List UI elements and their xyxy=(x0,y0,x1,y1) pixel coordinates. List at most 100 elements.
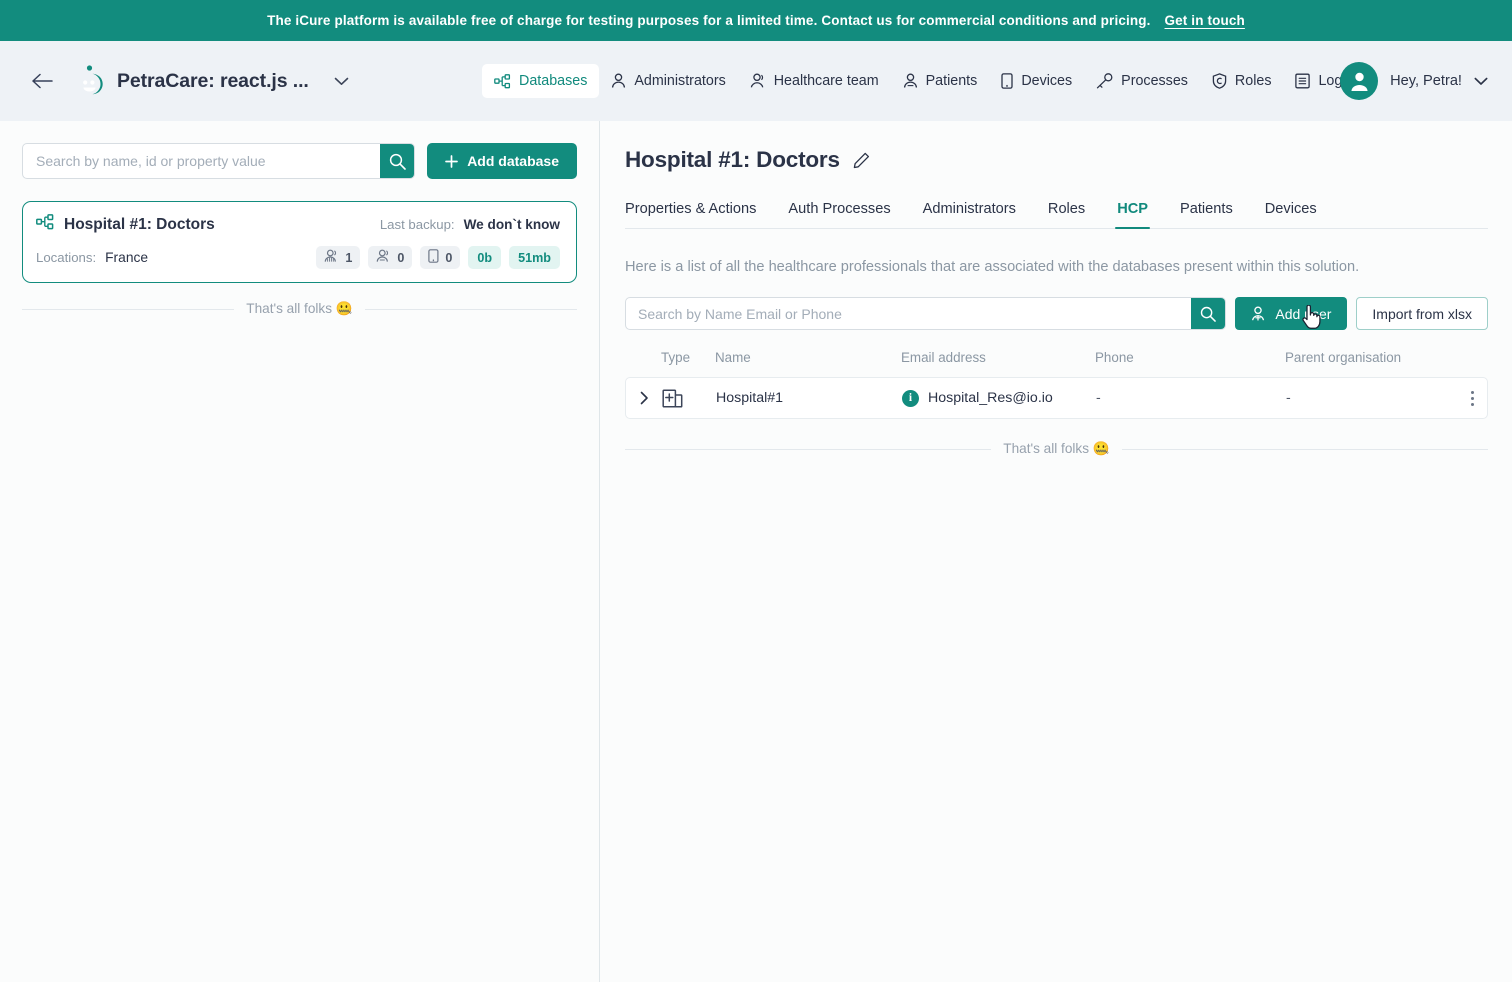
user-avatar-icon xyxy=(1351,72,1368,91)
edit-title-button[interactable] xyxy=(853,152,870,169)
database-card[interactable]: Hospital #1: Doctors Last backup: We don… xyxy=(22,201,577,283)
nav-label-processes: Processes xyxy=(1121,73,1188,89)
chevron-right-icon xyxy=(640,391,648,405)
avatar xyxy=(1340,62,1379,100)
hcp-toolbar: Add user Import from xlsx xyxy=(625,297,1488,330)
page-title: Hospital #1: Doctors xyxy=(625,147,840,172)
stat-storage-51mb: 51mb xyxy=(509,246,560,269)
row-parent-organisation-cell: - xyxy=(1286,390,1291,406)
tab-roles[interactable]: Roles xyxy=(1032,195,1101,228)
nav-item-devices[interactable]: Devices xyxy=(989,64,1084,98)
hospital-building-icon xyxy=(662,388,683,408)
database-card-top: Hospital #1: Doctors Last backup: We don… xyxy=(36,214,560,235)
search-icon xyxy=(389,153,406,170)
user-greeting: Hey, Petra! xyxy=(1390,73,1462,89)
stat-value: 1 xyxy=(345,250,353,265)
tab-label: Devices xyxy=(1264,201,1317,217)
stat-hcp-count: 1 xyxy=(316,246,361,269)
sidebar-search-row: Add database xyxy=(22,143,577,179)
header-type: Type xyxy=(661,350,691,365)
add-user-button[interactable]: Add user xyxy=(1235,297,1348,330)
user-menu[interactable]: Hey, Petra! xyxy=(1340,62,1488,100)
shield-icon xyxy=(1212,73,1227,89)
row-email-cell: i Hospital_Res@io.io xyxy=(902,389,1096,407)
nav-item-administrators[interactable]: Administrators xyxy=(599,64,737,98)
hcp-search-submit-button[interactable] xyxy=(1191,298,1226,329)
nav-item-healthcare-team[interactable]: Healthcare team xyxy=(738,64,891,98)
header-parent-organisation: Parent organisation xyxy=(1285,350,1402,365)
main-tabs: Properties & Actions Auth Processes Admi… xyxy=(625,195,1488,229)
user-menu-chevron[interactable] xyxy=(1474,77,1488,86)
nav-label-administrators: Administrators xyxy=(634,73,726,89)
databases-sidebar: Add database Hospital #1: Doctors xyxy=(0,121,600,982)
people-icon xyxy=(750,73,766,89)
row-actions-menu-button[interactable] xyxy=(1457,390,1487,406)
stat-devices-count: 0 xyxy=(420,246,461,269)
nav-item-patients[interactable]: Patients xyxy=(891,64,990,98)
brand-block[interactable]: PetraCare: react.js ... xyxy=(72,64,349,98)
nav-label-roles: Roles xyxy=(1234,73,1272,89)
search-input[interactable] xyxy=(23,144,381,178)
nav-item-roles[interactable]: Roles xyxy=(1200,64,1284,98)
nav-label-databases: Databases xyxy=(519,73,588,89)
kebab-menu-icon xyxy=(1470,390,1474,406)
hcp-search-box[interactable] xyxy=(625,297,1227,330)
stat-value: 0b xyxy=(477,250,493,265)
end-of-list-label: That's all folks 🤐 xyxy=(1003,441,1110,456)
tab-properties-actions[interactable]: Properties & Actions xyxy=(625,195,772,228)
tab-devices[interactable]: Devices xyxy=(1249,195,1333,228)
list-icon xyxy=(1295,73,1311,89)
arrow-left-icon xyxy=(32,73,53,89)
promo-banner-text: The iCure platform is available free of … xyxy=(267,13,1151,28)
table-header-row: Type Name Email address Phone Parent org… xyxy=(625,350,1488,365)
info-icon[interactable]: i xyxy=(902,389,919,407)
chevron-down-icon xyxy=(1474,77,1488,85)
sidebar-end-of-list: That's all folks 🤐 xyxy=(22,301,577,317)
back-button[interactable] xyxy=(30,68,56,94)
nav-item-processes[interactable]: Processes xyxy=(1084,64,1200,98)
row-type-cell xyxy=(662,388,716,409)
nav-label-patients: Patients xyxy=(925,73,978,89)
get-in-touch-link[interactable]: Get in touch xyxy=(1165,13,1245,28)
add-database-button[interactable]: Add database xyxy=(427,143,577,179)
tab-label: Auth Processes xyxy=(788,201,891,217)
tab-patients[interactable]: Patients xyxy=(1164,195,1249,228)
end-of-list-label: That's all folks 🤐 xyxy=(246,301,353,316)
chevron-down-icon xyxy=(334,77,349,85)
header-phone: Phone xyxy=(1095,350,1134,365)
tab-label: HCP xyxy=(1117,201,1149,217)
plus-icon xyxy=(445,154,459,168)
search-submit-button[interactable] xyxy=(380,144,415,178)
page-title-row: Hospital #1: Doctors xyxy=(625,147,1488,173)
hcp-search-input[interactable] xyxy=(626,298,1192,329)
sidebar-search-box[interactable] xyxy=(22,143,416,179)
tab-administrators[interactable]: Administrators xyxy=(907,195,1032,228)
header-email: Email address xyxy=(901,350,986,365)
database-backup-info: Last backup: We don`t know xyxy=(380,217,560,232)
database-nodes-icon xyxy=(494,73,511,89)
nav-label-devices: Devices xyxy=(1021,73,1073,89)
main-nav: Databases Administrators Healthcare team xyxy=(482,64,1362,98)
main-end-of-list: That's all folks 🤐 xyxy=(625,441,1488,457)
section-description: Here is a list of all the healthcare pro… xyxy=(625,259,1360,275)
row-email-value: Hospital_Res@io.io xyxy=(928,390,1053,406)
add-user-icon xyxy=(1252,306,1265,321)
hcp-table: Type Name Email address Phone Parent org… xyxy=(625,350,1488,419)
tab-hcp[interactable]: HCP xyxy=(1101,195,1164,229)
nav-item-databases[interactable]: Databases xyxy=(482,64,600,98)
app-header: PetraCare: react.js ... Databases Admini… xyxy=(0,41,1512,121)
tab-auth-processes[interactable]: Auth Processes xyxy=(772,195,906,228)
database-stats: 1 0 0 0b 51mb xyxy=(316,246,560,269)
row-phone-cell: - xyxy=(1096,390,1101,406)
tab-label: Patients xyxy=(1180,201,1233,217)
table-row[interactable]: Hospital#1 i Hospital_Res@io.io - - xyxy=(625,377,1488,419)
search-icon xyxy=(1201,306,1217,322)
database-nodes-icon xyxy=(36,214,54,235)
stat-value: 0 xyxy=(445,250,453,265)
tab-label: Roles xyxy=(1047,201,1086,217)
brand-dropdown-button[interactable] xyxy=(334,77,349,86)
locations-label: Locations: xyxy=(36,250,97,265)
import-from-xlsx-button[interactable]: Import from xlsx xyxy=(1356,297,1488,330)
expand-row-button[interactable] xyxy=(626,391,662,405)
pencil-icon xyxy=(853,152,869,168)
